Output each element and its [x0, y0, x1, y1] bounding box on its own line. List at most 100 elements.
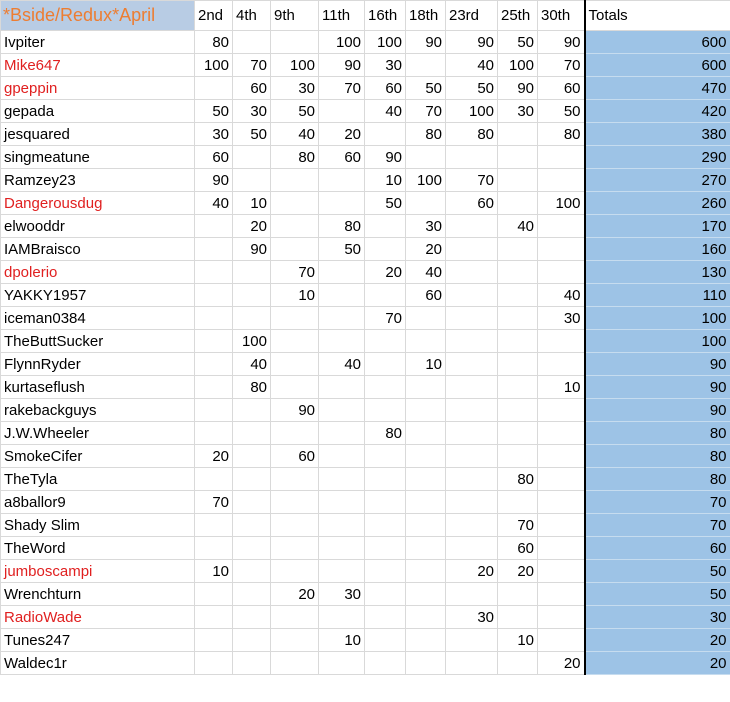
score-cell[interactable] [405, 329, 446, 353]
score-cell[interactable]: 100 [270, 53, 319, 77]
score-cell[interactable]: 30 [270, 76, 319, 100]
column-header[interactable]: 9th [270, 0, 319, 31]
score-cell[interactable] [497, 444, 538, 468]
column-header[interactable]: 16th [364, 0, 406, 31]
score-cell[interactable] [364, 283, 406, 307]
score-cell[interactable]: 90 [445, 30, 498, 54]
score-cell[interactable]: 10 [364, 168, 406, 192]
score-cell[interactable] [405, 191, 446, 215]
score-cell[interactable] [537, 214, 585, 238]
score-cell[interactable] [445, 329, 498, 353]
score-cell[interactable] [364, 559, 406, 583]
total-cell[interactable]: 90 [583, 352, 730, 376]
score-cell[interactable] [318, 306, 365, 330]
score-cell[interactable]: 90 [270, 398, 319, 422]
total-cell[interactable]: 50 [583, 559, 730, 583]
score-cell[interactable] [445, 145, 498, 169]
score-cell[interactable] [232, 421, 271, 445]
score-cell[interactable] [318, 651, 365, 675]
score-cell[interactable]: 90 [537, 30, 585, 54]
score-cell[interactable] [232, 536, 271, 560]
score-cell[interactable] [232, 145, 271, 169]
score-cell[interactable] [497, 122, 538, 146]
total-cell[interactable]: 80 [583, 444, 730, 468]
score-cell[interactable] [445, 628, 498, 652]
score-cell[interactable] [405, 536, 446, 560]
score-cell[interactable] [232, 306, 271, 330]
player-name-cell[interactable]: a8ballor9 [0, 490, 195, 514]
score-cell[interactable] [445, 260, 498, 284]
score-cell[interactable] [497, 421, 538, 445]
player-name-cell[interactable]: J.W.Wheeler [0, 421, 195, 445]
score-cell[interactable] [364, 582, 406, 606]
total-cell[interactable]: 600 [583, 53, 730, 77]
score-cell[interactable] [364, 628, 406, 652]
score-cell[interactable] [497, 237, 538, 261]
score-cell[interactable]: 40 [232, 352, 271, 376]
score-cell[interactable] [232, 605, 271, 629]
score-cell[interactable] [194, 467, 233, 491]
score-cell[interactable] [445, 444, 498, 468]
score-cell[interactable] [364, 651, 406, 675]
score-cell[interactable] [405, 421, 446, 445]
score-cell[interactable]: 100 [445, 99, 498, 123]
score-cell[interactable] [194, 283, 233, 307]
score-cell[interactable] [194, 260, 233, 284]
player-name-cell[interactable]: jumboscampi [0, 559, 195, 583]
total-cell[interactable]: 170 [583, 214, 730, 238]
player-name-cell[interactable]: Shady Slim [0, 513, 195, 537]
score-cell[interactable] [270, 605, 319, 629]
score-cell[interactable] [270, 467, 319, 491]
score-cell[interactable] [405, 513, 446, 537]
score-cell[interactable]: 100 [364, 30, 406, 54]
player-name-cell[interactable]: TheButtSucker [0, 329, 195, 353]
column-header[interactable]: 30th [537, 0, 585, 31]
score-cell[interactable] [537, 145, 585, 169]
score-cell[interactable] [537, 421, 585, 445]
score-cell[interactable]: 70 [497, 513, 538, 537]
score-cell[interactable]: 50 [497, 30, 538, 54]
score-cell[interactable] [537, 490, 585, 514]
total-cell[interactable]: 60 [583, 536, 730, 560]
player-name-cell[interactable]: singmeatune [0, 145, 195, 169]
score-cell[interactable] [445, 283, 498, 307]
score-cell[interactable]: 60 [445, 191, 498, 215]
total-cell[interactable]: 70 [583, 490, 730, 514]
total-cell[interactable]: 100 [583, 329, 730, 353]
total-cell[interactable]: 260 [583, 191, 730, 215]
column-header[interactable]: 18th [405, 0, 446, 31]
score-cell[interactable] [405, 582, 446, 606]
score-cell[interactable]: 50 [405, 76, 446, 100]
score-cell[interactable] [537, 582, 585, 606]
score-cell[interactable] [270, 237, 319, 261]
player-name-cell[interactable]: IAMBraisco [0, 237, 195, 261]
score-cell[interactable] [405, 306, 446, 330]
score-cell[interactable] [445, 582, 498, 606]
score-cell[interactable]: 100 [318, 30, 365, 54]
score-cell[interactable]: 80 [537, 122, 585, 146]
score-cell[interactable]: 20 [318, 122, 365, 146]
score-cell[interactable] [445, 375, 498, 399]
score-cell[interactable] [194, 536, 233, 560]
score-cell[interactable] [232, 398, 271, 422]
score-cell[interactable]: 20 [270, 582, 319, 606]
score-cell[interactable] [318, 513, 365, 537]
score-cell[interactable] [318, 398, 365, 422]
score-cell[interactable] [270, 352, 319, 376]
total-cell[interactable]: 600 [583, 30, 730, 54]
score-cell[interactable] [364, 122, 406, 146]
score-cell[interactable]: 60 [194, 145, 233, 169]
score-cell[interactable] [318, 168, 365, 192]
score-cell[interactable]: 70 [318, 76, 365, 100]
score-cell[interactable] [364, 375, 406, 399]
score-cell[interactable] [405, 444, 446, 468]
score-cell[interactable] [318, 375, 365, 399]
score-cell[interactable] [318, 467, 365, 491]
player-name-cell[interactable]: TheTyla [0, 467, 195, 491]
total-cell[interactable]: 100 [583, 306, 730, 330]
score-cell[interactable] [405, 605, 446, 629]
score-cell[interactable] [318, 605, 365, 629]
player-name-cell[interactable]: rakebackguys [0, 398, 195, 422]
score-cell[interactable] [232, 651, 271, 675]
score-cell[interactable] [194, 605, 233, 629]
